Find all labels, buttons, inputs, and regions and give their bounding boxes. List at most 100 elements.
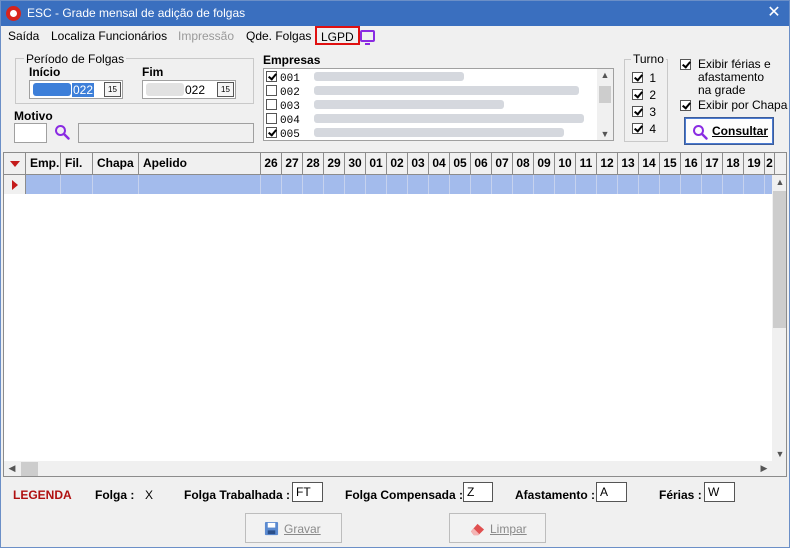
grid-horizontal-scrollbar[interactable]: ◀ ▶ [4,461,772,476]
header-corner[interactable] [4,153,26,174]
col-header-day[interactable]: 2 [765,153,775,174]
menu-localiza-funcionarios[interactable]: Localiza Funcionários [51,29,167,43]
table-cell[interactable] [61,175,93,194]
col-header-day[interactable]: 29 [324,153,345,174]
col-header-day[interactable]: 11 [576,153,597,174]
col-header-day[interactable]: 17 [702,153,723,174]
turno-option[interactable]: 2 [632,88,656,102]
col-header-day[interactable]: 05 [450,153,471,174]
empresas-list[interactable]: 001 002 003 004 005 ▲ ▼ [263,68,614,141]
inicio-date-field[interactable]: 022 15 [29,80,123,99]
fim-date-field[interactable]: 022 15 [142,80,236,99]
scroll-up-icon[interactable]: ▲ [597,70,613,80]
empresa-checkbox[interactable] [266,99,277,110]
empresa-item[interactable]: 005 [266,127,564,140]
monitor-icon[interactable] [360,30,375,45]
table-cell[interactable] [492,175,513,194]
col-header-day[interactable]: 01 [366,153,387,174]
exibir-ferias-checkbox[interactable] [680,59,691,70]
table-cell[interactable] [660,175,681,194]
table-cell[interactable] [345,175,366,194]
table-cell[interactable] [681,175,702,194]
scroll-right-icon[interactable]: ▶ [758,463,770,474]
grid-vertical-scrollbar[interactable]: ▲ ▼ [772,175,786,461]
table-cell[interactable] [324,175,345,194]
scroll-down-icon[interactable]: ▼ [597,129,613,139]
turno-checkbox[interactable] [632,89,643,100]
table-cell[interactable] [471,175,492,194]
scroll-thumb[interactable] [599,86,611,103]
table-cell[interactable] [26,175,61,194]
menu-saida[interactable]: Saída [8,29,39,43]
col-header-day[interactable]: 07 [492,153,513,174]
col-header-day[interactable]: 30 [345,153,366,174]
exibir-chapa-checkbox[interactable] [680,100,691,111]
col-header-emp[interactable]: Emp. [26,153,61,174]
col-header-day[interactable]: 10 [555,153,576,174]
col-header-apelido[interactable]: Apelido [139,153,261,174]
row-indicator[interactable] [4,175,26,194]
table-cell[interactable] [303,175,324,194]
table-cell[interactable] [139,175,261,194]
col-header-day[interactable]: 26 [261,153,282,174]
col-header-day[interactable]: 14 [639,153,660,174]
scroll-down-icon[interactable]: ▼ [772,449,786,459]
col-header-day[interactable]: 28 [303,153,324,174]
col-header-day[interactable]: 04 [429,153,450,174]
table-cell[interactable] [597,175,618,194]
table-cell[interactable] [639,175,660,194]
table-cell[interactable] [744,175,765,194]
menu-qde-folgas[interactable]: Qde. Folgas [246,29,311,43]
inicio-calendar-button[interactable]: 15 [104,82,121,97]
consultar-button[interactable]: Consultar [684,117,774,145]
menu-impressao[interactable]: Impressão [178,29,234,43]
fim-calendar-button[interactable]: 15 [217,82,234,97]
col-header-day[interactable]: 02 [387,153,408,174]
turno-option[interactable]: 4 [632,122,656,136]
empresa-item[interactable]: 002 [266,85,579,99]
afastamento-input[interactable]: A [596,482,627,502]
col-header-fil[interactable]: Fil. [61,153,93,174]
turno-option[interactable]: 1 [632,71,656,85]
col-header-day[interactable]: 06 [471,153,492,174]
table-cell[interactable] [93,175,139,194]
table-cell[interactable] [534,175,555,194]
scroll-thumb[interactable] [21,462,38,476]
table-cell[interactable] [387,175,408,194]
table-cell[interactable] [618,175,639,194]
table-cell[interactable] [576,175,597,194]
folga-trabalhada-input[interactable]: FT [292,482,323,502]
table-cell[interactable] [282,175,303,194]
empresa-item[interactable]: 004 [266,113,584,127]
empresa-checkbox[interactable] [266,127,277,138]
motivo-code-input[interactable] [14,123,47,143]
turno-checkbox[interactable] [632,106,643,117]
col-header-chapa[interactable]: Chapa [93,153,139,174]
gravar-button[interactable]: Gravar [245,513,342,543]
ferias-input[interactable]: W [704,482,735,502]
exibir-ferias-option[interactable]: Exibir férias e afastamento na grade [680,58,780,98]
folgas-grid[interactable]: Emp. Fil. Chapa Apelido 26 27 28 29 30 01 02 03… [3,152,787,477]
col-header-day[interactable]: 27 [282,153,303,174]
table-cell[interactable] [702,175,723,194]
col-header-day[interactable]: 16 [681,153,702,174]
turno-checkbox[interactable] [632,72,643,83]
empresa-item[interactable]: 003 [266,99,504,113]
col-header-day[interactable]: 13 [618,153,639,174]
sort-down-icon[interactable] [10,161,20,167]
exibir-chapa-option[interactable]: Exibir por Chapa [680,99,790,113]
search-icon[interactable] [54,124,70,140]
empresa-checkbox[interactable] [266,71,277,82]
empresa-checkbox[interactable] [266,113,277,124]
empresas-scrollbar[interactable]: ▲ ▼ [597,69,613,140]
turno-option[interactable]: 3 [632,105,656,119]
close-button[interactable]: ✕ [763,2,785,24]
table-cell[interactable] [408,175,429,194]
table-row[interactable] [4,175,775,194]
scroll-up-icon[interactable]: ▲ [772,177,786,187]
limpar-button[interactable]: Limpar [449,513,546,543]
table-cell[interactable] [555,175,576,194]
folga-compensada-input[interactable]: Z [463,482,493,502]
table-cell[interactable] [723,175,744,194]
col-header-day[interactable]: 09 [534,153,555,174]
